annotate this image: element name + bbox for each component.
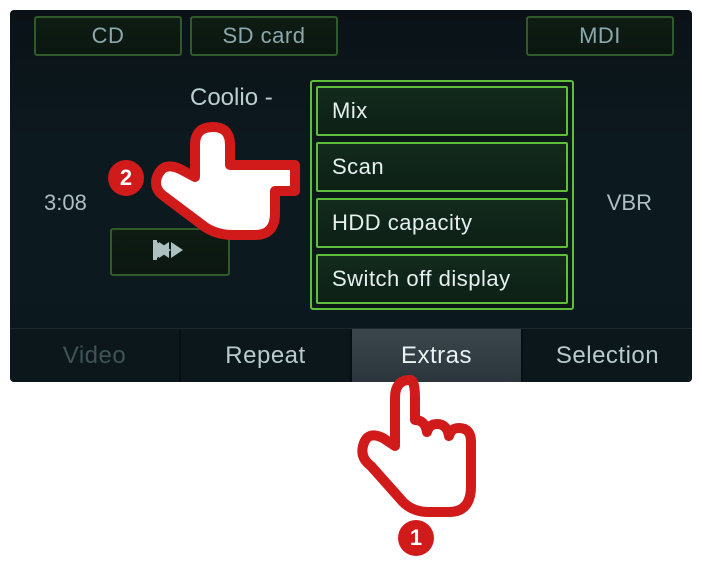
tab-video[interactable]: Video <box>10 329 181 382</box>
tab-extras[interactable]: Extras <box>352 329 523 382</box>
menu-item-hdd-capacity[interactable]: HDD capacity <box>316 198 568 248</box>
infotainment-screen: CD SD card MDI Coolio - 3:08 VBR <box>10 10 692 382</box>
tab-sd-card[interactable]: SD card <box>190 16 338 56</box>
tap-hand-icon <box>355 368 485 543</box>
skip-back-icon <box>153 240 187 265</box>
tab-repeat[interactable]: Repeat <box>181 329 352 382</box>
menu-item-switch-off-display[interactable]: Switch off display <box>316 254 568 304</box>
tab-mdi[interactable]: MDI <box>526 16 674 56</box>
tab-selection[interactable]: Selection <box>523 329 692 382</box>
extras-menu: Mix Scan HDD capacity Switch off display <box>310 80 574 310</box>
bottom-tabs: Video Repeat Extras Selection <box>10 328 692 382</box>
tab-cd[interactable]: CD <box>34 16 182 56</box>
bitrate-mode-label: VBR <box>607 190 652 216</box>
source-tabs: CD SD card MDI <box>10 10 692 60</box>
menu-item-scan[interactable]: Scan <box>316 142 568 192</box>
menu-item-mix[interactable]: Mix <box>316 86 568 136</box>
previous-track-button[interactable] <box>110 228 230 276</box>
elapsed-time: 3:08 <box>44 190 87 216</box>
annotation-badge-1: 1 <box>398 520 434 556</box>
